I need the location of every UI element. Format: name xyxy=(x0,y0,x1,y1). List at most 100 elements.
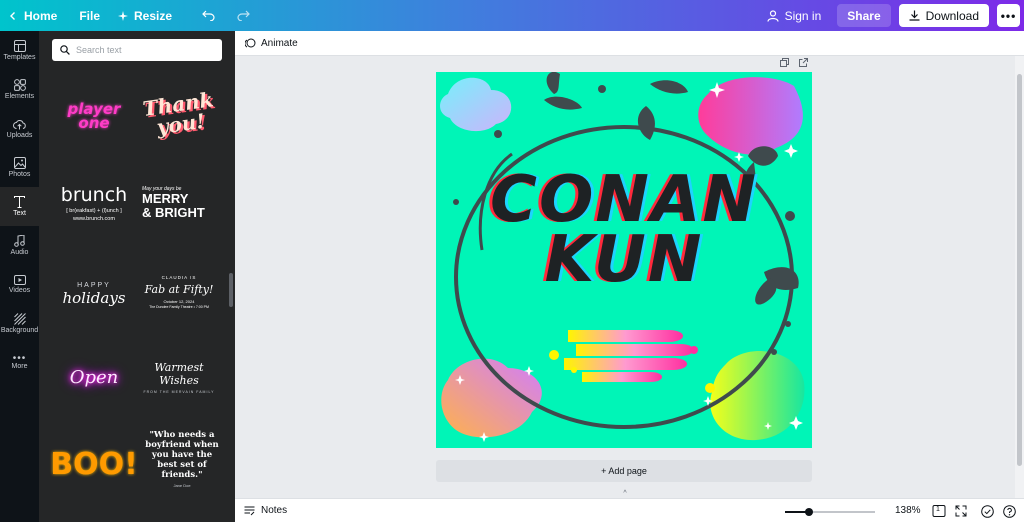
user-icon xyxy=(766,9,779,22)
sparkle-icon xyxy=(118,10,129,21)
resize-label: Resize xyxy=(134,8,173,23)
canvas-area: CONAN KUN + Add page ^ xyxy=(235,56,1015,498)
search-icon xyxy=(60,45,70,55)
rail-label-background: Background xyxy=(0,327,39,334)
text-template-thank-you[interactable]: Thank you! xyxy=(140,79,218,149)
animate-icon xyxy=(245,38,256,47)
rail-item-elements[interactable]: Elements xyxy=(0,70,39,109)
text-template-boo[interactable]: BOO! xyxy=(50,429,138,499)
text-template-open-neon[interactable]: Open xyxy=(55,342,133,412)
page-actions xyxy=(780,58,808,67)
check-button[interactable] xyxy=(979,503,995,519)
text-template-merry-bright[interactable]: May your days be MERRY & BRIGHT xyxy=(142,168,220,238)
notes-icon xyxy=(244,506,255,515)
rail-label-text: Text xyxy=(13,210,26,217)
zoom-slider[interactable] xyxy=(785,508,875,516)
file-label: File xyxy=(79,8,101,23)
fab-small: CLAUDIA IS xyxy=(161,275,197,280)
uploads-icon xyxy=(13,119,26,129)
rail-item-audio[interactable]: Audio xyxy=(0,226,39,265)
rail-item-photos[interactable]: Photos xyxy=(0,148,39,187)
file-menu-button[interactable]: File xyxy=(71,0,108,31)
zoom-slider-knob[interactable] xyxy=(805,508,814,516)
animate-label: Animate xyxy=(261,37,298,49)
side-rail: Templates Elements Uploads Photos Text A… xyxy=(0,31,39,522)
quote-text: "Who needs a boyfriend when you have the… xyxy=(145,430,219,480)
home-label: Home xyxy=(24,8,58,23)
text-template-player-one[interactable]: player one xyxy=(55,81,133,151)
undo-button[interactable] xyxy=(194,0,229,31)
zoom-percentage[interactable]: 138% xyxy=(895,505,921,516)
panel-scrollbar[interactable] xyxy=(229,273,233,307)
templates-icon xyxy=(13,40,26,52)
redo-icon xyxy=(237,10,250,21)
rail-label-audio: Audio xyxy=(10,249,29,256)
fullscreen-icon xyxy=(955,505,967,517)
fab-line1: October 12, 2024 xyxy=(163,299,195,304)
text-template-quote[interactable]: "Who needs a boyfriend when you have the… xyxy=(142,424,222,494)
rail-item-uploads[interactable]: Uploads xyxy=(0,109,39,148)
warmest-big: Warmest Wishes xyxy=(154,360,204,387)
fab-line2: The Dundee Family Theatre • 7:00 PM xyxy=(149,305,209,309)
share-page-icon[interactable] xyxy=(799,58,808,67)
search-input[interactable] xyxy=(76,45,216,55)
open-neon-text: Open xyxy=(69,366,119,388)
canvas-scrollbar[interactable] xyxy=(1015,56,1024,498)
duplicate-page-icon[interactable] xyxy=(780,58,789,67)
animate-button[interactable]: Animate xyxy=(245,38,298,49)
player-one-text: player one xyxy=(68,102,121,131)
brunch-line2: www.brunch.com xyxy=(73,216,115,222)
text-icon xyxy=(14,196,25,208)
rail-item-videos[interactable]: Videos xyxy=(0,265,39,304)
undo-icon xyxy=(202,10,215,21)
rail-label-more: More xyxy=(11,363,28,370)
bottom-bar: Notes 138% 1 xyxy=(235,498,1024,522)
text-template-warmest-wishes[interactable]: Warmest Wishes FROM THE MERVAIN FAMILY xyxy=(140,342,218,412)
expand-pages-handle[interactable]: ^ xyxy=(619,490,631,498)
rail-item-templates[interactable]: Templates xyxy=(0,31,39,70)
background-icon xyxy=(13,313,26,325)
photos-icon xyxy=(13,157,26,169)
boo-text: BOO! xyxy=(50,446,138,482)
text-template-fab-at-fifty[interactable]: CLAUDIA IS Fab at Fifty! October 12, 202… xyxy=(140,257,218,327)
download-button[interactable]: Download xyxy=(898,4,989,27)
download-icon xyxy=(909,10,920,21)
share-button[interactable]: Share xyxy=(837,4,891,27)
design-page[interactable]: CONAN KUN xyxy=(436,72,812,448)
warmest-small: FROM THE MERVAIN FAMILY xyxy=(143,389,215,394)
page-count-label: 1 xyxy=(936,506,940,513)
home-button[interactable]: Home xyxy=(0,0,65,31)
add-page-button[interactable]: + Add page xyxy=(436,460,812,482)
check-circle-icon xyxy=(980,504,994,518)
holidays-small: HAPPY xyxy=(77,281,111,289)
text-template-brunch[interactable]: brunch [ br(eakfast) + (l)unch ] www.bru… xyxy=(55,168,133,238)
design-title-line1: CONAN xyxy=(489,163,759,237)
search-box[interactable] xyxy=(52,39,222,61)
redo-button[interactable] xyxy=(229,0,264,31)
more-options-button[interactable]: ••• xyxy=(997,4,1020,27)
editor-toolbar: Animate xyxy=(235,31,1024,56)
design-title[interactable]: CONAN KUN xyxy=(436,163,812,292)
fab-big: Fab at Fifty! xyxy=(144,283,214,296)
sign-in-button[interactable]: Sign in xyxy=(759,0,830,31)
share-label: Share xyxy=(847,8,881,23)
audio-icon xyxy=(14,235,25,247)
rail-item-background[interactable]: Background xyxy=(0,304,39,343)
rail-label-videos: Videos xyxy=(8,287,31,294)
ellipsis-icon: ••• xyxy=(1000,8,1017,23)
rail-item-text[interactable]: Text xyxy=(0,187,39,226)
page-count-button[interactable]: 1 xyxy=(931,503,947,519)
help-button[interactable] xyxy=(1001,503,1017,519)
merry-line2: & BRIGHT xyxy=(142,205,205,220)
fullscreen-button[interactable] xyxy=(953,503,969,519)
resize-button[interactable]: Resize xyxy=(110,0,180,31)
notes-button[interactable]: Notes xyxy=(244,505,287,516)
elements-icon xyxy=(13,79,26,91)
brunch-title: brunch xyxy=(60,184,128,206)
chevron-left-icon xyxy=(10,11,15,20)
rail-item-more[interactable]: ••• More xyxy=(0,343,39,382)
download-label: Download xyxy=(925,8,979,23)
text-template-happy-holidays[interactable]: HAPPY holidays xyxy=(55,259,133,329)
canvas-scrollbar-thumb[interactable] xyxy=(1017,74,1022,466)
rail-label-photos: Photos xyxy=(8,171,31,178)
